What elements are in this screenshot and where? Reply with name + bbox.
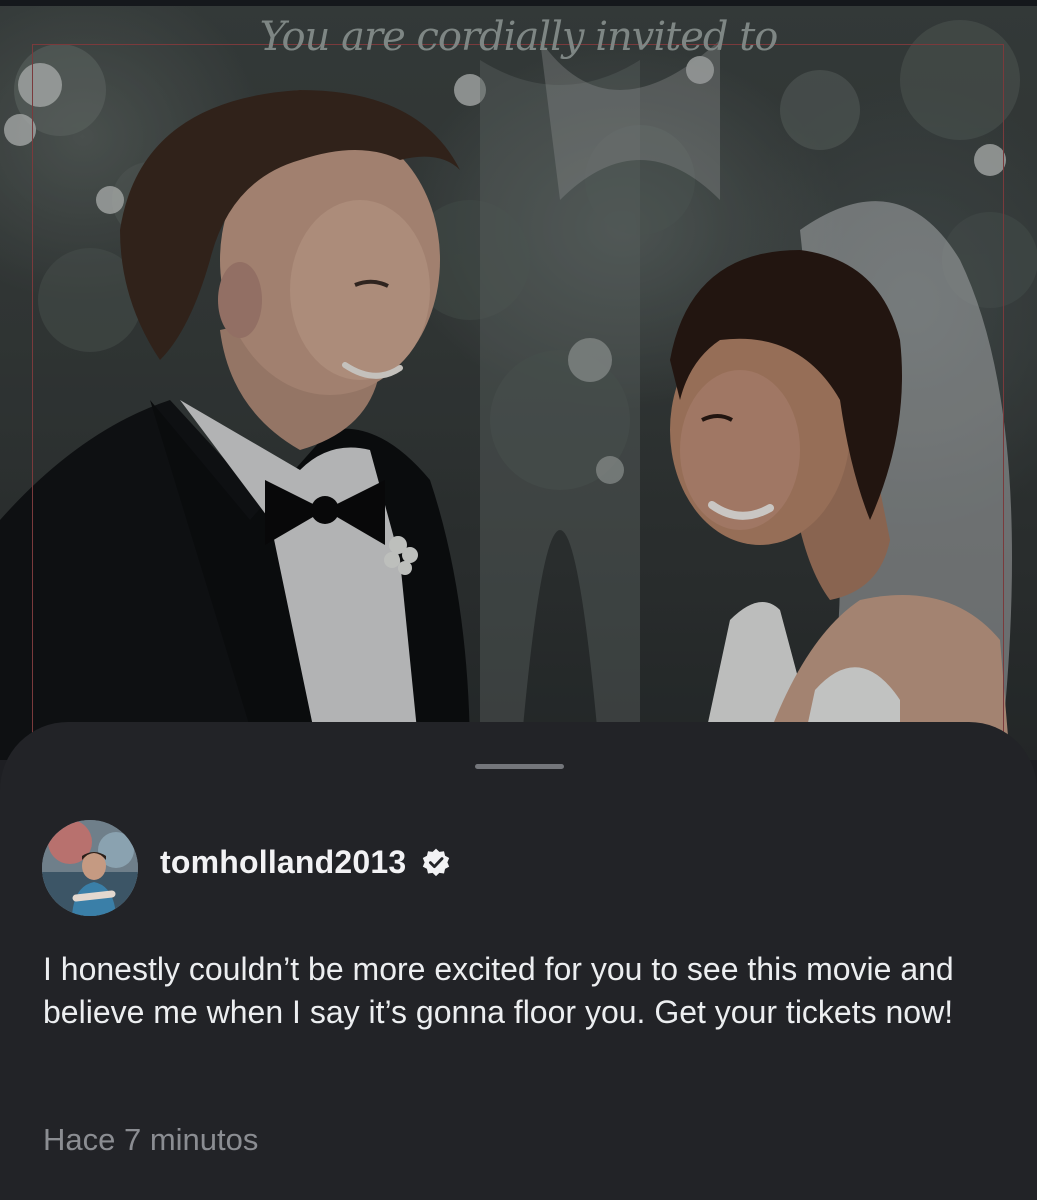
story-photo: You are cordially invited to <box>0 0 1037 760</box>
caption-sheet[interactable]: tomholland2013 I honestly couldn’t be mo… <box>0 722 1037 1200</box>
user-row: tomholland2013 <box>160 844 452 881</box>
invitation-headline: You are cordially invited to <box>259 14 779 60</box>
avatar-photo <box>42 820 138 916</box>
timestamp: Hace 7 minutos <box>43 1122 259 1157</box>
instagram-story-screen: You are cordially invited to tomholland2… <box>0 0 1037 1200</box>
username[interactable]: tomholland2013 <box>160 844 406 881</box>
invitation-frame <box>32 44 1004 760</box>
sheet-grabber[interactable] <box>475 764 564 769</box>
verified-badge-icon <box>423 848 450 876</box>
story-caption: I honestly couldn’t be more excited for … <box>43 951 954 1030</box>
avatar[interactable] <box>42 820 138 916</box>
status-bar-strip <box>0 0 1037 6</box>
